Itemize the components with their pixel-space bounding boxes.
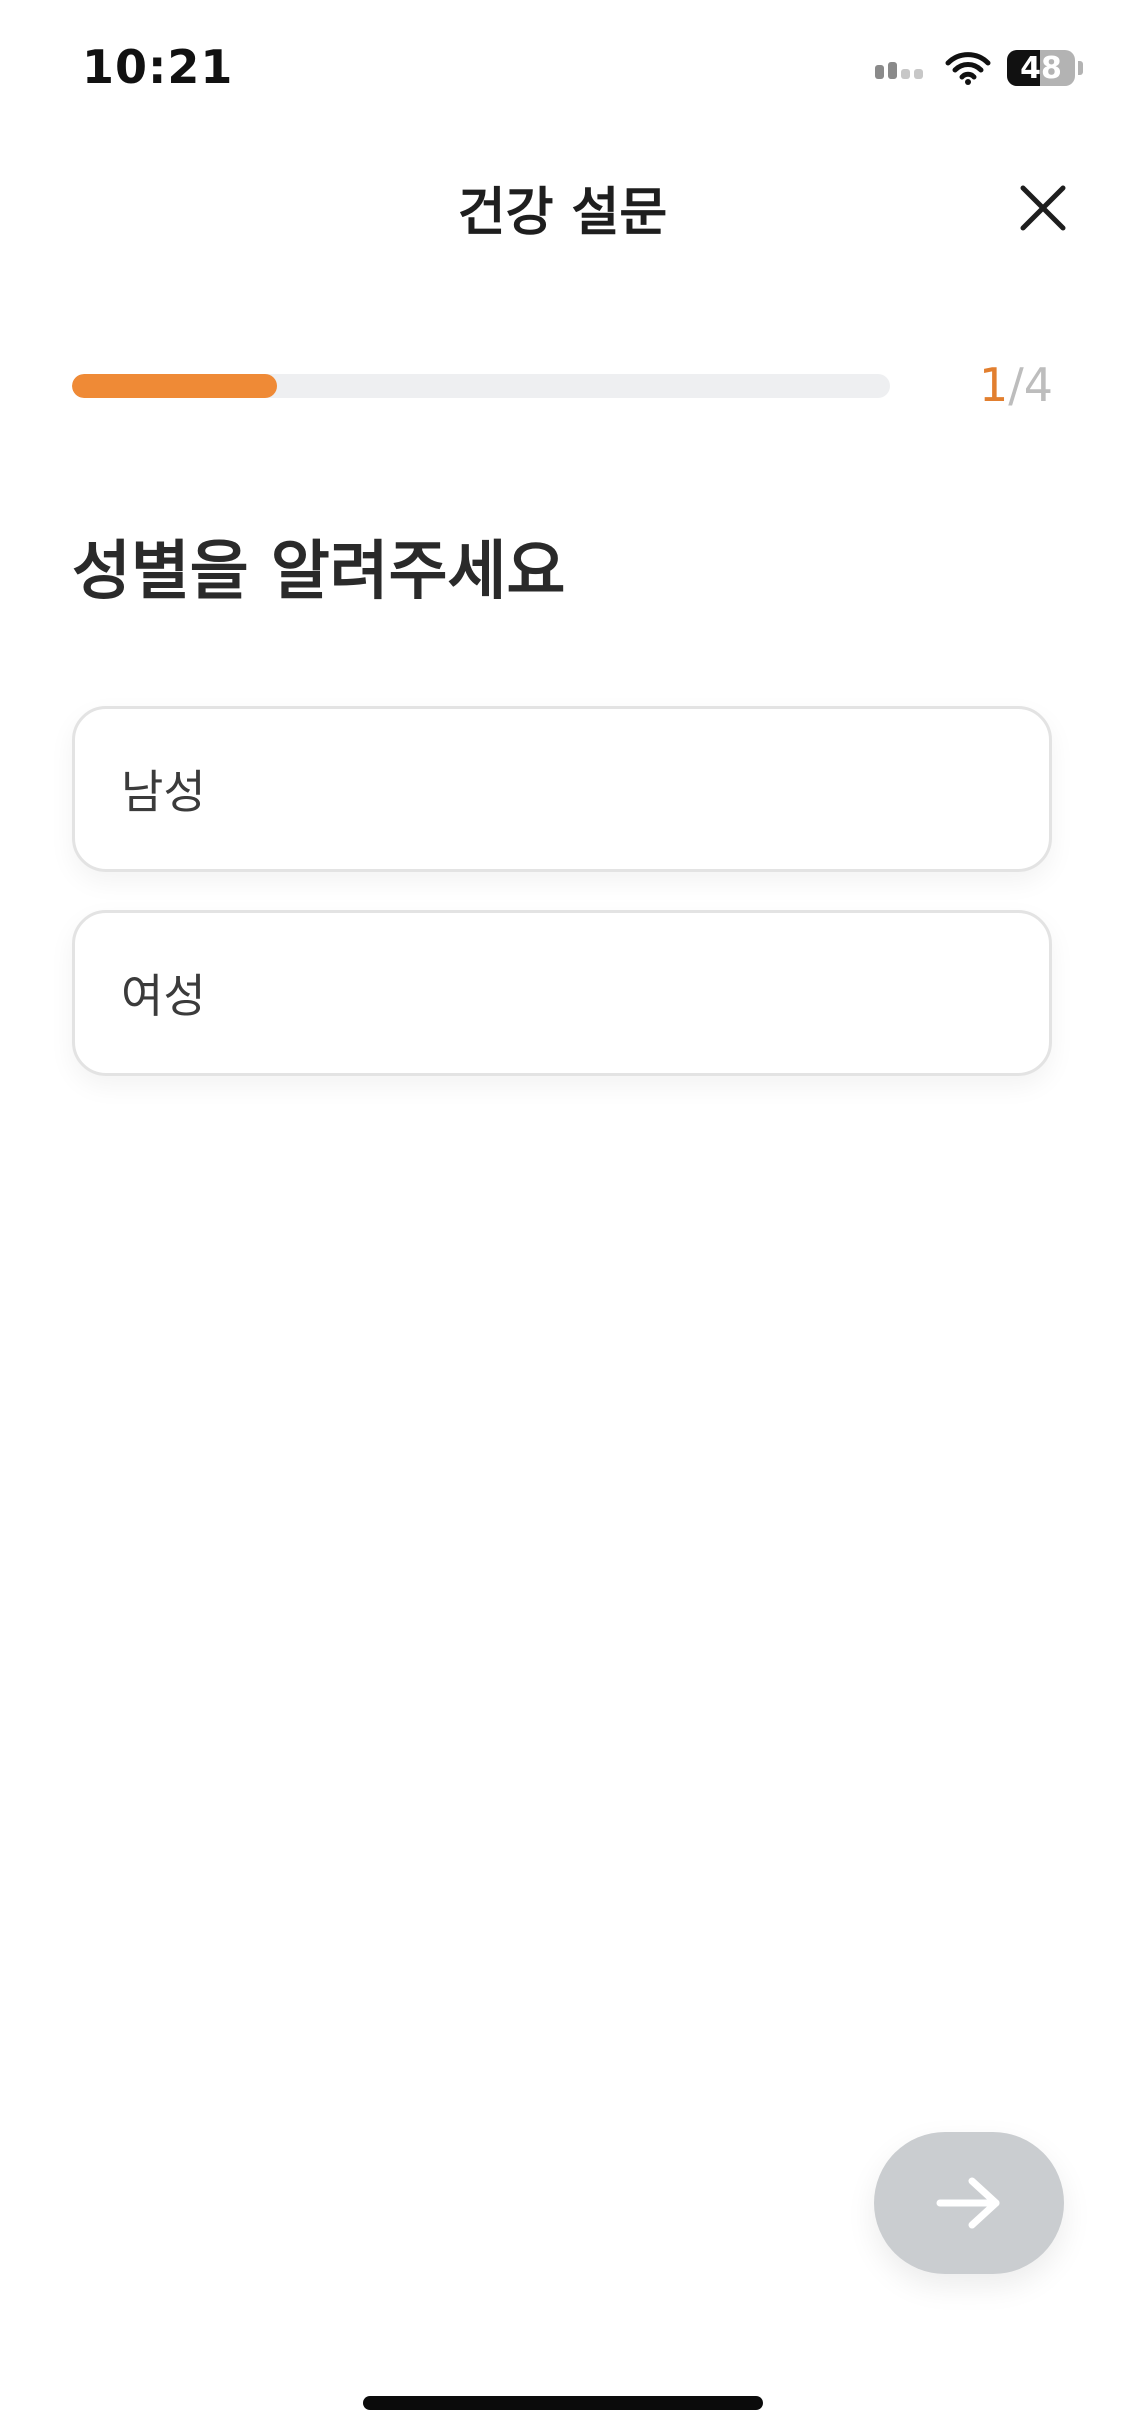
page-title: 건강 설문 xyxy=(457,183,668,243)
next-button[interactable] xyxy=(874,2132,1064,2274)
progress-current: 1 xyxy=(978,358,1009,412)
cellular-signal-icon xyxy=(875,57,927,79)
status-icons: 48 xyxy=(875,48,1083,88)
option-female[interactable]: 여성 xyxy=(72,910,1052,1076)
home-indicator xyxy=(363,2396,763,2410)
option-male[interactable]: 남성 xyxy=(72,706,1052,872)
progress-separator: / xyxy=(1008,358,1024,412)
close-icon xyxy=(1020,185,1066,231)
battery-icon: 48 xyxy=(1007,50,1075,86)
battery-level: 48 xyxy=(1020,50,1062,86)
question-title: 성별을 알려주세요 xyxy=(72,535,566,609)
option-label: 여성 xyxy=(121,969,206,1023)
progress-counter: 1/4 xyxy=(979,358,1053,412)
status-time: 10:21 xyxy=(82,40,234,94)
battery-cap xyxy=(1078,61,1083,75)
close-button[interactable] xyxy=(1013,178,1073,238)
progress-track xyxy=(72,374,890,398)
status-bar: 10:21 48 xyxy=(0,0,1125,140)
option-label: 남성 xyxy=(121,765,206,819)
wifi-icon xyxy=(945,52,991,85)
arrow-right-icon xyxy=(936,2177,1000,2229)
progress-fill xyxy=(72,374,277,398)
progress-total: 4 xyxy=(1023,358,1053,412)
